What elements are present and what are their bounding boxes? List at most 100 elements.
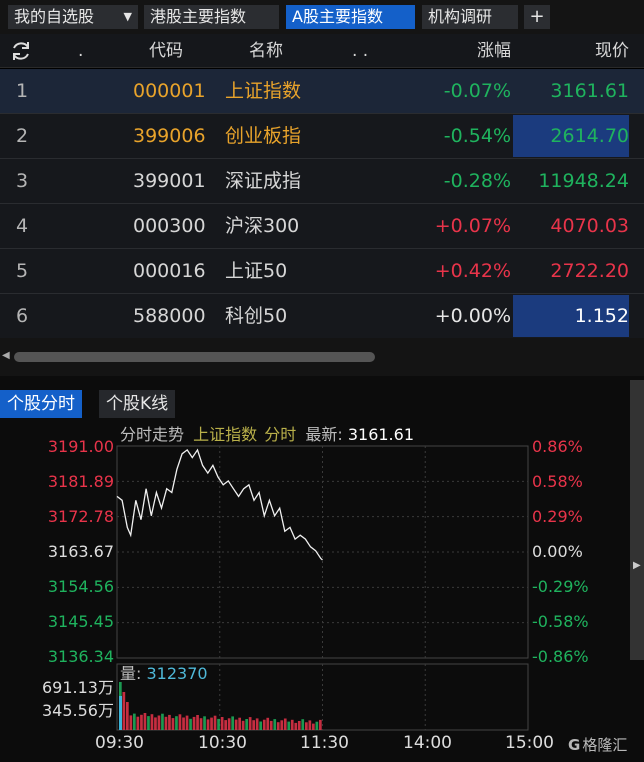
- volume-value: 312370: [146, 664, 208, 683]
- stock-name: 上证50: [225, 260, 288, 282]
- column-header-change[interactable]: 涨幅: [477, 34, 511, 68]
- add-tab-button[interactable]: +: [524, 5, 550, 29]
- volume-bar: [301, 719, 305, 730]
- column-header-price[interactable]: 现价: [595, 34, 629, 68]
- chart-caption-prefix: 分时走势: [120, 425, 185, 444]
- volume-bar: [164, 716, 168, 730]
- time-tick: 09:30: [95, 733, 144, 753]
- price-tick: 3145.45: [47, 612, 114, 631]
- volume-bar: [196, 715, 199, 730]
- stock-name: 创业板指: [225, 125, 302, 147]
- table-row[interactable]: 2 399006 创业板指 -0.54% 2614.70: [0, 114, 644, 159]
- side-panel-toggle[interactable]: ▶: [630, 380, 644, 660]
- current-price: 1.152: [574, 305, 629, 327]
- volume-bar: [136, 716, 140, 730]
- price-tick: 3154.56: [47, 577, 114, 596]
- chart-mode: 分时: [264, 425, 297, 444]
- price-tick: 3136.34: [47, 647, 114, 666]
- volume-bar: [185, 715, 189, 730]
- table-row[interactable]: 1 000001 上证指数 -0.07% 3161.61: [0, 69, 644, 114]
- table-row[interactable]: 5 000016 上证50 +0.42% 2722.20: [0, 249, 644, 294]
- scroll-left-icon[interactable]: ◀: [2, 350, 10, 361]
- volume-bar: [227, 718, 231, 730]
- horizontal-scrollbar[interactable]: ◀: [0, 338, 644, 376]
- current-price: 11948.24: [538, 170, 629, 192]
- volume-bar: [203, 716, 206, 730]
- volume-bar: [189, 718, 192, 730]
- latest-value: 3161.61: [347, 425, 414, 444]
- volume-bar: [287, 721, 291, 730]
- logo-icon: G: [568, 736, 581, 754]
- column-header-code[interactable]: 代码: [149, 34, 183, 68]
- intraday-chart-panel: 个股分时 个股K线 分时走势 上证指数 分时 最新: 3161.61 3191.…: [0, 376, 644, 762]
- row-index: 4: [16, 215, 29, 237]
- volume-bar: [217, 718, 220, 730]
- row-index: 5: [16, 260, 29, 282]
- time-tick: 11:30: [300, 733, 349, 753]
- tab-hk-indices[interactable]: 港股主要指数: [144, 5, 279, 29]
- volume-bar: [283, 718, 287, 730]
- scrollbar-thumb[interactable]: [14, 352, 375, 362]
- volume-bar: [276, 722, 280, 730]
- volume-bar: [126, 702, 129, 730]
- percent-tick: 0.29%: [532, 507, 583, 526]
- volume-bar: [305, 722, 308, 730]
- time-tick: 10:30: [198, 733, 247, 753]
- stock-name: 上证指数: [225, 80, 302, 102]
- stock-code: 000001: [133, 80, 206, 102]
- volume-bar: [220, 717, 224, 730]
- time-tick: 15:00: [505, 733, 554, 753]
- volume-bar: [143, 713, 147, 730]
- volume-bar: [238, 717, 241, 730]
- volume-bar: [266, 717, 270, 730]
- volume-bar: [234, 719, 238, 730]
- time-tick: 14:00: [403, 733, 452, 753]
- volume-tick: 691.13万: [42, 678, 114, 697]
- volume-bar: [206, 719, 210, 730]
- table-row[interactable]: 4 000300 沪深300 +0.07% 4070.03: [0, 204, 644, 249]
- tab-label: 港股主要指数: [150, 7, 247, 26]
- column-header-name[interactable]: 名称: [249, 34, 283, 68]
- percent-tick: 0.86%: [532, 437, 583, 456]
- table-row[interactable]: 3 399001 深证成指 -0.28% 11948.24: [0, 159, 644, 204]
- volume-bar: [182, 717, 185, 730]
- tab-label: 机构调研: [428, 7, 493, 26]
- latest-label: 最新:: [305, 425, 343, 444]
- volume-bar: [252, 720, 255, 730]
- tab-label: 我的自选股: [14, 7, 95, 26]
- volume-bar: [315, 721, 319, 730]
- volume-bar: [273, 719, 277, 730]
- stock-code: 399001: [133, 170, 206, 192]
- volume-bar: [178, 714, 182, 730]
- volume-bar: [297, 721, 301, 730]
- price-tick: 3172.78: [47, 507, 114, 526]
- volume-bar: [248, 717, 252, 730]
- volume-bar: [171, 718, 175, 730]
- volume-bar: [213, 715, 217, 730]
- stock-name: 深证成指: [225, 170, 302, 192]
- tab-institutional-research[interactable]: 机构调研: [422, 5, 518, 29]
- watermark: G 格隆汇: [568, 734, 627, 755]
- column-header-more[interactable]: . .: [352, 34, 368, 68]
- stock-name: 科创50: [225, 305, 288, 327]
- volume-bars: [119, 682, 322, 730]
- price-tick: 3191.00: [47, 437, 114, 456]
- chevron-down-icon[interactable]: ▼: [124, 5, 132, 29]
- volume-bar: [280, 720, 284, 730]
- column-header-dot[interactable]: .: [78, 34, 83, 68]
- stock-code: 000300: [133, 215, 206, 237]
- chart-caption: 分时走势 上证指数 分时 最新: 3161.61: [120, 421, 414, 445]
- tab-a-share-indices[interactable]: A股主要指数: [286, 5, 415, 29]
- volume-bar: [129, 715, 133, 730]
- volume-bar: [294, 722, 298, 730]
- chevron-right-icon: ▶: [633, 560, 641, 571]
- current-price: 2722.20: [550, 260, 629, 282]
- price-tick: 3163.67: [47, 542, 114, 561]
- current-price: 4070.03: [550, 215, 629, 237]
- tab-watchlist[interactable]: 我的自选股 ▼: [8, 5, 138, 29]
- table-row[interactable]: 6 588000 科创50 +0.00% 1.152: [0, 294, 644, 339]
- volume-bar: [255, 718, 259, 730]
- volume-bar: [224, 720, 227, 730]
- volume-bar: [150, 714, 154, 730]
- volume-caption: 量: 312370: [120, 660, 208, 684]
